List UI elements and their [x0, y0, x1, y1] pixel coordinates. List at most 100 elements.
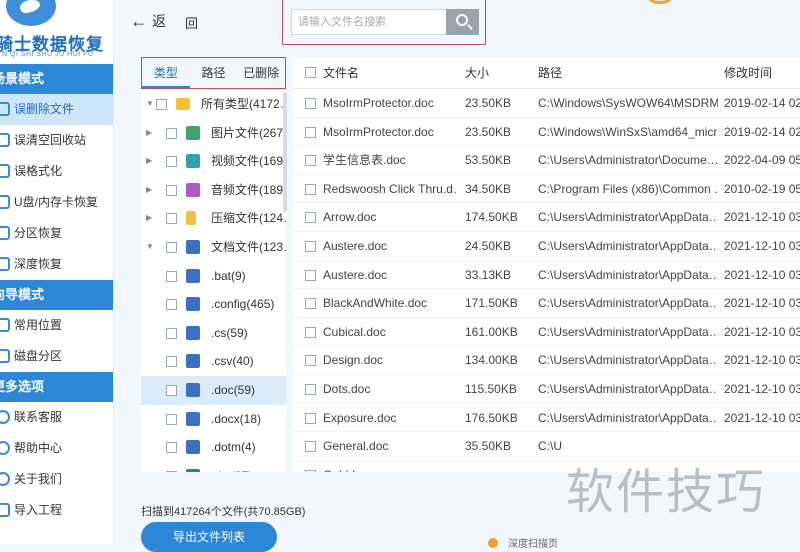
tree-node[interactable]: ▼ 所有类型(4172…: [141, 90, 286, 119]
search-input[interactable]: [291, 9, 446, 35]
word-icon: [186, 239, 200, 254]
tree-node-checkbox[interactable]: [166, 413, 177, 425]
word-icon: [186, 382, 200, 397]
tree-node-checkbox[interactable]: [166, 241, 177, 253]
column-header-path[interactable]: 路径: [538, 57, 718, 89]
row-checkbox[interactable]: [305, 404, 317, 433]
tree-node-checkbox[interactable]: [166, 213, 177, 225]
row-checkbox[interactable]: [305, 146, 317, 175]
sidebar-item-help-center[interactable]: 帮助中心: [0, 433, 113, 464]
tab-path[interactable]: 路径: [190, 58, 238, 88]
row-checkbox[interactable]: [305, 89, 317, 118]
tree-node-checkbox[interactable]: [166, 299, 177, 311]
tree-node-checkbox[interactable]: [156, 99, 167, 110]
search-button[interactable]: [446, 9, 479, 35]
tree-node[interactable]: .doc(59): [141, 375, 286, 405]
tree-node-checkbox[interactable]: [166, 442, 177, 454]
table-row[interactable]: Cubical.doc 161.00KB C:\Users\Administrato…: [293, 318, 800, 347]
row-checkbox[interactable]: [305, 175, 317, 204]
tree-node[interactable]: .dot(37): [141, 462, 286, 472]
table-row[interactable]: Austere.doc 33.13KB C:\Users\Administrator…: [293, 261, 800, 290]
tree-node-checkbox[interactable]: [166, 184, 177, 196]
table-row[interactable]: 学生信息表.doc 53.50KB C:\Users\Administrator\D…: [293, 146, 800, 175]
sidebar-item-disk-partition[interactable]: 磁盘分区: [0, 341, 113, 372]
file-name: Austere.doc: [323, 267, 388, 282]
expand-toggle-icon[interactable]: ▶: [146, 176, 152, 205]
search-area: [282, 0, 486, 45]
column-header-size[interactable]: 大小: [465, 57, 535, 89]
sidebar-item-usb-card[interactable]: U盘/内存卡恢复: [0, 187, 113, 218]
tree-node[interactable]: ▶ 压缩文件(124…: [141, 204, 286, 233]
tree-node[interactable]: .bat(9): [141, 262, 286, 291]
tree-node-checkbox[interactable]: [166, 127, 177, 139]
tab-type[interactable]: 类型: [142, 58, 190, 88]
tree-node[interactable]: ▼ 文档文件(123…: [141, 233, 286, 262]
row-checkbox[interactable]: [305, 118, 317, 147]
tree-node[interactable]: .docx(18): [141, 405, 286, 434]
export-file-list-button[interactable]: 导出文件列表: [141, 522, 277, 552]
column-header-modified[interactable]: 修改时间: [724, 57, 800, 89]
row-checkbox[interactable]: [305, 232, 317, 261]
table-row[interactable]: Austere.doc 24.50KB C:\Users\Administrator…: [293, 232, 800, 261]
tree-node[interactable]: .dotm(4): [141, 433, 286, 462]
tree-scrollbar[interactable]: [283, 92, 287, 212]
deep-scan-link[interactable]: 深度扫描页: [488, 535, 558, 550]
tree-node[interactable]: .config(465): [141, 290, 286, 319]
sidebar-item-recycle-bin[interactable]: 误清空回收站: [0, 125, 113, 156]
table-row[interactable]: MsoIrmProtector.doc 23.50KB C:\Windows\Sys…: [293, 89, 800, 118]
sidebar-item-import-project[interactable]: 导入工程: [0, 495, 113, 526]
back-button[interactable]: ← 返: [130, 11, 166, 32]
file-name: MsoIrmProtector.doc: [323, 96, 434, 110]
row-checkbox[interactable]: [305, 203, 317, 232]
support-icon: [0, 410, 10, 424]
row-checkbox[interactable]: [305, 461, 317, 472]
file-modified: 2021-12-10 03: [724, 324, 800, 339]
row-checkbox[interactable]: [305, 261, 317, 290]
tree-node[interactable]: ▶ 音频文件(189): [141, 176, 286, 205]
tree-node-checkbox[interactable]: [166, 327, 177, 339]
row-checkbox[interactable]: [305, 346, 317, 375]
table-row[interactable]: Exposure.doc 176.50KB C:\Users\Administrat…: [293, 404, 800, 433]
file-path: C:\Users\Administrator\AppData…: [538, 267, 718, 282]
section-more-options: 更多选项: [0, 372, 113, 402]
tree-node-label: .dot(37): [211, 462, 252, 472]
expand-toggle-icon[interactable]: ▶: [146, 147, 152, 176]
tree-node[interactable]: .cs(59): [141, 319, 286, 348]
table-row[interactable]: Design.doc 134.00KB C:\Users\Administrator…: [293, 346, 800, 375]
expand-toggle-icon[interactable]: ▶: [146, 119, 152, 148]
tree-node-checkbox[interactable]: [166, 384, 177, 396]
expand-toggle-icon[interactable]: ▼: [146, 233, 154, 262]
word-icon: [186, 468, 200, 472]
tree-node-checkbox[interactable]: [166, 470, 177, 472]
expand-toggle-icon[interactable]: ▶: [146, 204, 152, 233]
select-all-checkbox[interactable]: [305, 57, 317, 89]
row-checkbox[interactable]: [305, 289, 317, 318]
tree-node[interactable]: ▶ 视频文件(169): [141, 147, 286, 176]
tree-node-checkbox[interactable]: [166, 156, 177, 168]
table-row[interactable]: Dots.doc 115.50KB C:\Users\Administrator\A…: [293, 375, 800, 404]
table-row[interactable]: BlackAndWhite.doc 171.50KB C:\Users\Admini…: [293, 289, 800, 318]
column-header-name[interactable]: 文件名: [323, 57, 458, 89]
table-row[interactable]: Redswoosh Click Thru.d… 34.50KB C:\Program…: [293, 175, 800, 204]
tree-node[interactable]: ▶ 图片文件(267…: [141, 119, 286, 148]
table-row[interactable]: MsoIrmProtector.doc 23.50KB C:\Windows\Win…: [293, 118, 800, 147]
knight-logo-icon: [6, 0, 56, 26]
sidebar-item-partition[interactable]: 分区恢复: [0, 218, 113, 249]
sidebar-item-deep[interactable]: 深度恢复: [0, 249, 113, 280]
expand-toggle-icon[interactable]: ▼: [146, 90, 154, 119]
sidebar-item-format[interactable]: 误格式化: [0, 156, 113, 187]
tree-node-checkbox[interactable]: [166, 356, 177, 368]
row-checkbox[interactable]: [305, 432, 317, 461]
row-checkbox[interactable]: [305, 318, 317, 347]
tab-deleted[interactable]: 已删除: [237, 58, 285, 88]
tree-node-checkbox[interactable]: [166, 270, 177, 282]
sidebar-item-common-locations[interactable]: 常用位置: [0, 310, 113, 341]
sidebar-item-about[interactable]: 关于我们: [0, 464, 113, 495]
sidebar-item-contact-support[interactable]: 联系客服: [0, 402, 113, 433]
row-checkbox[interactable]: [305, 375, 317, 404]
usb-icon: [0, 195, 10, 209]
tree-node[interactable]: .csv(40): [141, 347, 286, 376]
home-button[interactable]: 回: [185, 13, 198, 32]
table-row[interactable]: Arrow.doc 174.50KB C:\Users\Administrator\…: [293, 203, 800, 232]
sidebar-item-deleted-files[interactable]: 误删除文件: [0, 94, 113, 125]
